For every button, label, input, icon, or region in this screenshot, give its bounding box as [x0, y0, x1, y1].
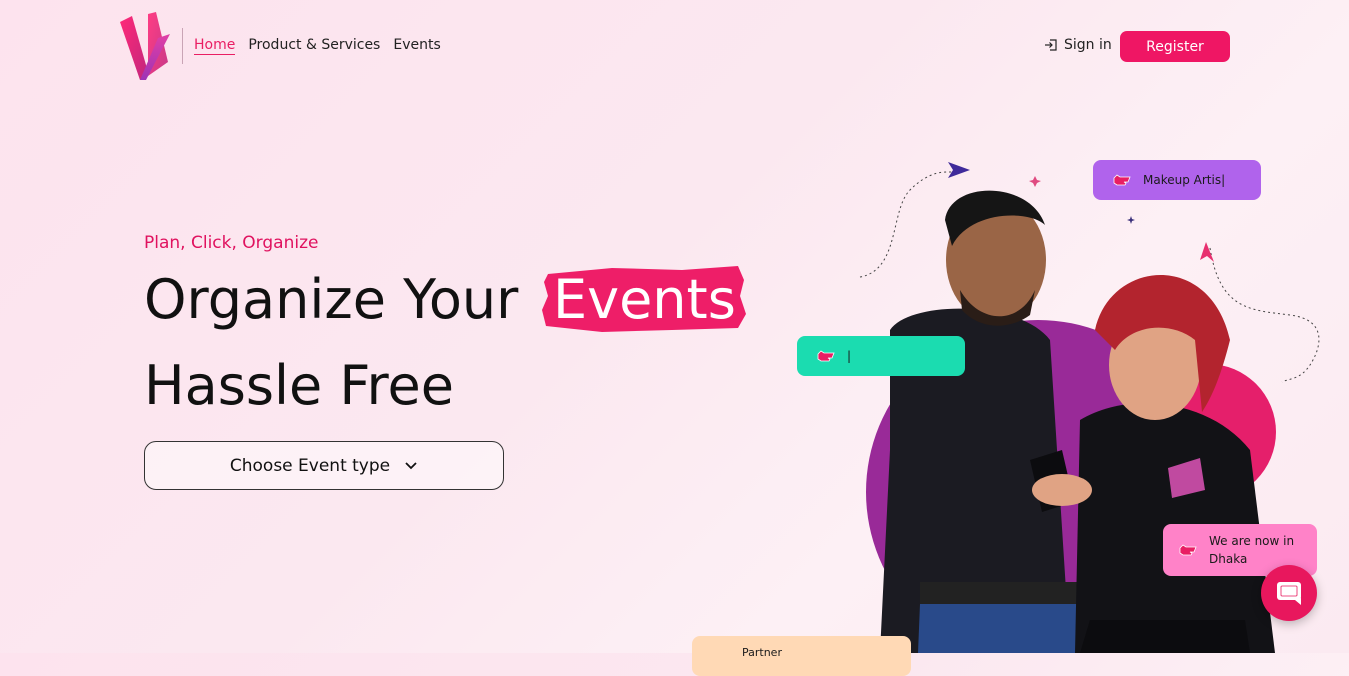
hero-illustration	[859, 162, 1320, 653]
sign-in-label: Sign in	[1064, 37, 1112, 53]
dhaka-line1: We are now in	[1209, 534, 1295, 548]
hero-heading-line1: Organize Your	[144, 268, 519, 331]
typing-cursor-text: |	[847, 349, 852, 363]
nav-events[interactable]: Events	[393, 37, 440, 55]
pointing-hand-icon	[1179, 544, 1197, 556]
dhaka-text: We are now in Dhaka	[1209, 532, 1294, 568]
sign-in-icon	[1045, 39, 1057, 51]
nav-product-services[interactable]: Product & Services	[248, 37, 380, 55]
brand-logo[interactable]	[118, 10, 174, 82]
partner-pill: Partner	[692, 636, 911, 676]
nav-home[interactable]: Home	[194, 37, 236, 55]
register-button[interactable]: Register	[1120, 31, 1230, 62]
chat-icon	[1277, 582, 1301, 605]
typing-pill: |	[797, 336, 965, 376]
event-type-dropdown[interactable]: Choose Event type	[144, 441, 504, 490]
pointing-hand-icon	[1113, 174, 1131, 186]
sign-in-link[interactable]: Sign in	[1044, 37, 1112, 53]
pointing-hand-icon	[817, 350, 835, 362]
makeup-artist-text: Makeup Artis|	[1143, 173, 1226, 187]
main-nav: Home Product & Services Events	[194, 37, 441, 55]
hero-heading-line2: Hassle Free	[144, 354, 454, 417]
hero-tagline: Plan, Click, Organize	[144, 233, 319, 253]
event-type-label: Choose Event type	[229, 455, 391, 476]
chat-button[interactable]	[1261, 565, 1317, 621]
nav-divider	[182, 28, 183, 64]
chevron-down-icon	[405, 461, 417, 469]
makeup-artist-pill: Makeup Artis|	[1093, 160, 1261, 200]
